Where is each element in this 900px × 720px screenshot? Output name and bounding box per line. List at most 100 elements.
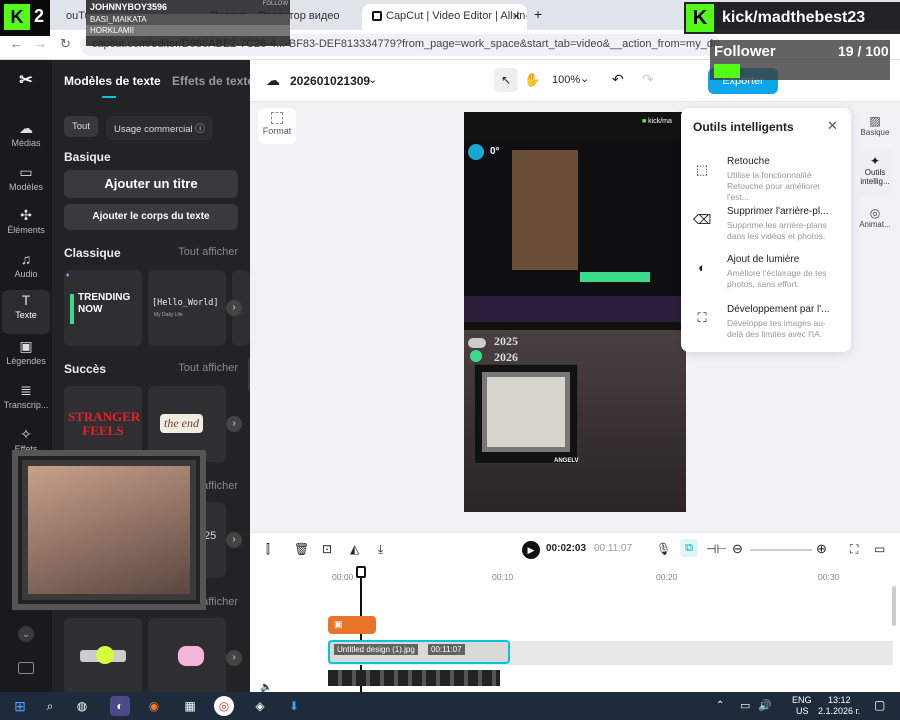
tab-text-templates[interactable]: Modèles de texte — [64, 74, 161, 88]
play-button[interactable]: ▶ — [522, 541, 540, 559]
search-icon[interactable]: ⌕ — [40, 696, 60, 716]
steam-icon[interactable]: ◍ — [72, 696, 92, 716]
filter-all[interactable]: Tout — [64, 116, 98, 137]
crop-icon[interactable]: ⊡ — [322, 542, 332, 556]
effects-icon: ✧ — [20, 426, 32, 442]
playhead-handle[interactable] — [356, 566, 366, 578]
next-arrow-icon[interactable]: › — [226, 532, 242, 548]
new-tab-icon[interactable]: + — [534, 6, 542, 22]
active-tab-indicator — [102, 96, 116, 98]
magnet-icon[interactable]: ⧉ — [680, 539, 698, 557]
tool-expand[interactable]: ⛶ Développement par l'... Développe tes … — [693, 304, 843, 344]
follower-goal-overlay: K kick/madthebest23 Follower 19 / 100 — [684, 0, 900, 88]
forward-icon[interactable]: → — [34, 36, 47, 51]
lang-2[interactable]: US — [796, 706, 809, 716]
add-title-button[interactable]: Ajouter un titre — [64, 170, 238, 198]
rail-models[interactable]: ▭ Modèles — [2, 162, 50, 204]
template-sticker-1[interactable] — [64, 618, 142, 694]
more-icon[interactable]: ⌄ — [18, 626, 34, 642]
template-hello-world[interactable]: [Hello_World] My Daily Life — [148, 270, 226, 346]
template-sticker-2[interactable] — [148, 618, 226, 694]
clock-time[interactable]: 13:12 — [828, 695, 851, 705]
tray-up-icon[interactable]: ⌃ — [716, 700, 724, 711]
rail-media[interactable]: ☁ Médias — [2, 118, 50, 160]
chevron-down-icon[interactable]: ⌄ — [368, 73, 377, 86]
preview-kick-tag: ■ kick/ma — [640, 116, 686, 130]
rail-text[interactable]: T Texte — [2, 290, 50, 334]
tool-remove-bg[interactable]: ⌫ Supprimer l'arrière-pl... Supprime les… — [693, 206, 843, 246]
download-icon[interactable]: ⤓ — [378, 542, 383, 557]
close-icon[interactable]: ✕ — [827, 118, 838, 134]
media-icon: ☁ — [19, 120, 33, 136]
zoom-slider[interactable] — [750, 549, 812, 551]
network-icon[interactable]: ▭ — [740, 699, 750, 712]
app3-icon[interactable]: ◈ — [250, 696, 270, 716]
tab-text-effects[interactable]: Effets de texte — [172, 74, 250, 88]
mirror-icon[interactable]: ◭ — [350, 542, 359, 556]
timeline-image-clip[interactable]: ▣ — [328, 616, 376, 634]
tab-youtube[interactable]: ouTube — [56, 4, 86, 30]
show-all-classic-link[interactable]: Tout afficher — [178, 246, 238, 258]
tab-capcut[interactable]: CapCut | Video Editor | All-In-O ✕ — [362, 4, 527, 30]
windows-start-icon[interactable]: ⊞ — [10, 696, 30, 716]
rtab-smart-tools[interactable]: ✦ Outils intellig... — [856, 150, 894, 198]
preview-screen-capture: 0° — [464, 140, 686, 322]
next-arrow-icon[interactable]: › — [226, 300, 242, 316]
show-all-success-link[interactable]: Tout afficher — [178, 362, 238, 374]
zoom-in-icon[interactable]: ⊕ — [816, 541, 827, 557]
next-arrow-icon[interactable]: › — [226, 650, 242, 666]
select-tool-icon[interactable]: ↖ — [494, 68, 518, 92]
tool-retouch[interactable]: ⬚ Retouche Utilise la fonctionnalité Ret… — [693, 156, 843, 202]
rail-audio[interactable]: ♫ Audio — [2, 249, 50, 291]
video-preview[interactable]: 0° ■ kick/ma 2025 2026 ANGELV — [464, 112, 686, 512]
redo-icon[interactable]: ↷ — [642, 71, 654, 88]
monitor-icon[interactable]: ▭ — [874, 542, 885, 556]
undo-icon[interactable]: ↶ — [612, 71, 624, 88]
hand-tool-icon[interactable]: ✋ — [524, 72, 540, 88]
windows-taskbar: ⊞ ⌕ ◍ ◐ ◉ ▦ ◎ ◈ ⬇ ⌃ ▭ 🔊 ENG US 13:12 2.1… — [0, 692, 900, 720]
keyboard-icon[interactable] — [18, 662, 34, 674]
app2-icon[interactable]: ▦ — [180, 696, 200, 716]
captions-icon: ▣ — [19, 338, 33, 354]
rtab-basic[interactable]: ▨ Basique — [856, 114, 894, 137]
zoom-out-icon[interactable]: ⊖ — [732, 541, 743, 557]
webcam-overlay — [12, 450, 206, 610]
rtab-animation[interactable]: ◎ Animat... — [856, 206, 894, 229]
firefox-icon[interactable]: ◉ — [144, 696, 164, 716]
chrome-icon[interactable]: ◎ — [214, 696, 234, 716]
split-icon[interactable]: ⫿ — [266, 542, 270, 557]
zoom-chevron-icon[interactable]: ⌄ — [580, 72, 589, 85]
split-screen-icon[interactable]: ⊣⊢ — [706, 542, 727, 556]
rail-transcript[interactable]: ≣ Transcrip... — [2, 380, 50, 422]
format-button[interactable]: Format — [258, 108, 296, 144]
project-name[interactable]: 202601021309 — [290, 74, 370, 88]
lang-1[interactable]: ENG — [792, 695, 812, 705]
timeline-video-clip[interactable]: Untitled design (1).jpg 00:11:07 — [328, 640, 510, 664]
timeline-main-track[interactable] — [328, 670, 500, 686]
mic-icon[interactable]: 🎙 — [656, 542, 671, 556]
tool-add-light[interactable]: ◐ Ajout de lumière Améliore l'éclairage … — [693, 254, 843, 294]
app-icon[interactable]: ◐ — [110, 696, 130, 716]
rail-captions[interactable]: ▣ Légendes — [2, 336, 50, 378]
follower-count: 19 / 100 — [838, 43, 889, 59]
volume-icon[interactable]: 🔊 — [758, 699, 772, 712]
webcam-feed — [28, 466, 190, 594]
reload-icon[interactable]: ↻ — [60, 36, 71, 52]
notification-icon[interactable]: ▢ — [874, 698, 885, 712]
fullscreen-icon[interactable]: ⛶ — [850, 542, 858, 557]
timeline-scrollbar[interactable] — [892, 586, 896, 626]
zoom-level[interactable]: 100% — [552, 74, 580, 86]
follower-progress-fill — [714, 64, 740, 78]
download-app-icon[interactable]: ⬇ — [284, 696, 304, 716]
back-icon[interactable]: ← — [10, 36, 23, 51]
delete-icon[interactable]: 🗑 — [294, 542, 309, 556]
premium-icon: ♦ — [66, 272, 70, 279]
rail-elements[interactable]: ✣ Éléments — [2, 205, 50, 247]
image-icon: ▣ — [334, 619, 343, 629]
template-trending[interactable]: TRENDING NOW ♦ — [64, 270, 142, 346]
add-body-button[interactable]: Ajouter le corps du texte — [64, 204, 238, 230]
filter-commercial[interactable]: Usage commercial ⓘ — [106, 116, 213, 140]
next-arrow-icon[interactable]: › — [226, 416, 242, 432]
close-tab-icon[interactable]: ✕ — [512, 10, 521, 23]
clock-date[interactable]: 2.1.2026 г. — [818, 706, 860, 716]
